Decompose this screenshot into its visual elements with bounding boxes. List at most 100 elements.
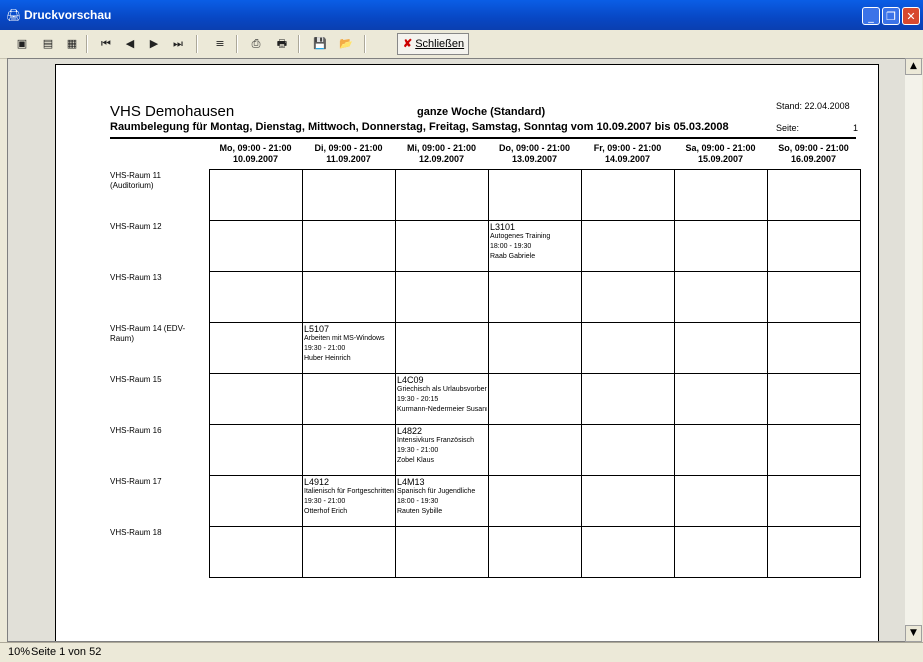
course-teacher: Raab Gabriele — [490, 253, 536, 260]
window-title: Druckvorschau — [24, 8, 112, 22]
toolbar-separator — [86, 35, 88, 53]
print-setup-icon[interactable]: ⎙ — [246, 34, 266, 54]
page-indicator: Seite 1 von 52 — [31, 646, 102, 658]
day-header-date: 10.09.2007 — [232, 154, 279, 164]
course-time: 19:30 - 21:00 — [304, 345, 346, 352]
course-entry[interactable]: L4C09Griechisch als Urlaubsvorbereitung 1… — [397, 375, 487, 415]
day-header: Do, 09:00 - 21:00 13.09.2007 — [488, 143, 581, 165]
day-header-date: 15.09.2007 — [697, 154, 744, 164]
course-title: Autogenes Training — [490, 233, 551, 240]
course-teacher: Huber Heinrich — [304, 355, 351, 362]
save-icon[interactable]: 💾 — [310, 34, 330, 54]
minimize-icon[interactable]: _ — [862, 7, 880, 25]
course-teacher: Zobel Klaus — [397, 457, 434, 464]
course-teacher: Kurmann-Nedermeier Susanne — [397, 406, 487, 413]
grid-row-line — [209, 475, 861, 476]
next-page-icon[interactable]: ▶ — [144, 34, 164, 54]
toolbar: ▣ ▤ ▦ ⏮ ◀ ▶ ⏭ ≡ ⎙ 🖶 💾 📂 ✘ Schließen — [0, 30, 923, 59]
printer-app-icon: 🖨 — [6, 8, 22, 22]
course-entry[interactable]: L4912 Italienisch für Fortgeschrittene 19:… — [304, 477, 394, 517]
course-title: Intensivkurs Französisch — [397, 437, 475, 444]
course-code: L4912 — [304, 477, 330, 487]
report-page: VHS Demohausen ganze Woche (Standard) St… — [55, 64, 879, 641]
room-label: VHS-Raum 14 (EDV-Raum) — [110, 324, 186, 343]
course-title: Griechisch als Urlaubsvorbereitung — [397, 386, 487, 393]
single-page-icon[interactable]: ▣ — [12, 34, 32, 54]
day-header-line1: Di, 09:00 - 21:00 — [314, 143, 383, 153]
course-teacher: Rauten Sybille — [397, 508, 443, 515]
course-title: Arbeiten mit MS-Windows — [304, 335, 385, 342]
previous-page-icon[interactable]: ◀ — [120, 34, 140, 54]
course-entry[interactable]: L4M13 Spanisch für Jugendliche 18:00 - 19:… — [397, 477, 487, 517]
day-header-date: 16.09.2007 — [790, 154, 837, 164]
seite-number: 1 — [852, 123, 858, 133]
restore-icon[interactable]: ❐ — [882, 7, 900, 25]
day-header: Fr, 09:00 - 21:00 14.09.2007 — [581, 143, 674, 165]
preview-viewport[interactable]: VHS Demohausen ganze Woche (Standard) St… — [7, 58, 906, 642]
room-label: VHS-Raum 12 — [110, 222, 162, 231]
room-label: VHS-Raum 11 (Auditorium) — [110, 171, 161, 190]
status-bar: 10% Seite 1 von 52 — [0, 642, 923, 662]
report-subtitle: Raumbelegung für Montag, Dienstag, Mittw… — [110, 121, 729, 133]
vertical-scrollbar[interactable]: ▲ ▼ — [905, 58, 922, 642]
seite-label: Seite: — [776, 123, 800, 133]
toolbar-separator — [196, 35, 198, 53]
last-page-icon[interactable]: ⏭ — [168, 34, 188, 54]
grid-row-line — [209, 526, 861, 527]
day-header: Sa, 09:00 - 21:00 15.09.2007 — [674, 143, 767, 165]
course-entry[interactable]: L3101 Autogenes Training 18:00 - 19:30 Raab… — [490, 222, 580, 262]
day-header-line1: Do, 09:00 - 21:00 — [498, 143, 571, 153]
course-teacher: Otterhof Erich — [304, 508, 348, 515]
title-bar: 🖨 Druckvorschau _ ❐ ✕ — [0, 0, 923, 30]
close-icon[interactable]: ✕ — [902, 7, 920, 25]
course-code: L4822 — [397, 426, 423, 436]
course-title: Spanisch für Jugendliche — [397, 488, 476, 495]
day-header-line1: Fr, 09:00 - 21:00 — [593, 143, 662, 153]
day-header-line1: Sa, 09:00 - 21:00 — [685, 143, 756, 153]
toolbar-separator — [364, 35, 366, 53]
course-time: 18:00 - 19:30 — [490, 243, 532, 250]
stand-info: Stand: 22.04.2008 — [776, 101, 850, 111]
page-number-info: Seite: 1 — [776, 123, 858, 133]
header-rule — [110, 137, 856, 139]
close-x-icon: ✘ — [403, 38, 413, 50]
stand-date: 22.04.2008 — [804, 101, 850, 111]
room-label: VHS-Raum 15 — [110, 375, 162, 384]
day-header: Di, 09:00 - 21:00 11.09.2007 — [302, 143, 395, 165]
close-preview-button[interactable]: ✘ Schließen — [397, 33, 469, 55]
grid-row-line — [209, 271, 861, 272]
multi-page-icon[interactable]: ▤ — [38, 34, 58, 54]
scroll-down-icon[interactable]: ▼ — [905, 625, 922, 642]
grid-row-line — [209, 424, 861, 425]
toolbar-separator — [236, 35, 238, 53]
course-entry[interactable]: L5107 Arbeiten mit MS-Windows 19:30 - 21:0… — [304, 324, 394, 364]
zoom-level: 10% — [8, 646, 31, 658]
course-code: L4C09 — [397, 375, 424, 385]
course-time: 19:30 - 21:00 — [397, 447, 439, 454]
print-icon[interactable]: 🖶 — [272, 34, 292, 54]
day-header: Mo, 09:00 - 21:00 10.09.2007 — [209, 143, 302, 165]
stand-label: Stand: — [776, 101, 803, 111]
goto-page-icon[interactable]: ≡ — [210, 34, 230, 54]
course-time: 18:00 - 19:30 — [397, 498, 439, 505]
grid-row-line — [209, 373, 861, 374]
toolbar-separator — [298, 35, 300, 53]
first-page-icon[interactable]: ⏮ — [96, 34, 116, 54]
day-header-line1: Mo, 09:00 - 21:00 — [219, 143, 292, 153]
close-preview-label: Schließen — [415, 38, 465, 50]
day-header-line1: So, 09:00 - 21:00 — [778, 143, 849, 153]
course-code: L3101 — [490, 222, 516, 232]
open-icon[interactable]: 📂 — [336, 34, 356, 54]
course-entry[interactable]: L4822 Intensivkurs Französisch 19:30 - 21:… — [397, 426, 487, 466]
week-name: ganze Woche (Standard) — [417, 106, 546, 118]
day-header: So, 09:00 - 21:00 16.09.2007 — [767, 143, 860, 165]
room-label: VHS-Raum 13 — [110, 273, 162, 282]
day-header-date: 11.09.2007 — [326, 154, 371, 164]
org-name: VHS Demohausen — [110, 103, 235, 120]
room-label: VHS-Raum 17 — [110, 477, 162, 486]
scroll-up-icon[interactable]: ▲ — [905, 58, 922, 75]
course-title: Italienisch für Fortgeschrittene — [304, 488, 394, 495]
course-time: 19:30 - 20:15 — [397, 396, 439, 403]
course-code: L4M13 — [397, 477, 425, 487]
zoom-page-icon[interactable]: ▦ — [62, 34, 82, 54]
